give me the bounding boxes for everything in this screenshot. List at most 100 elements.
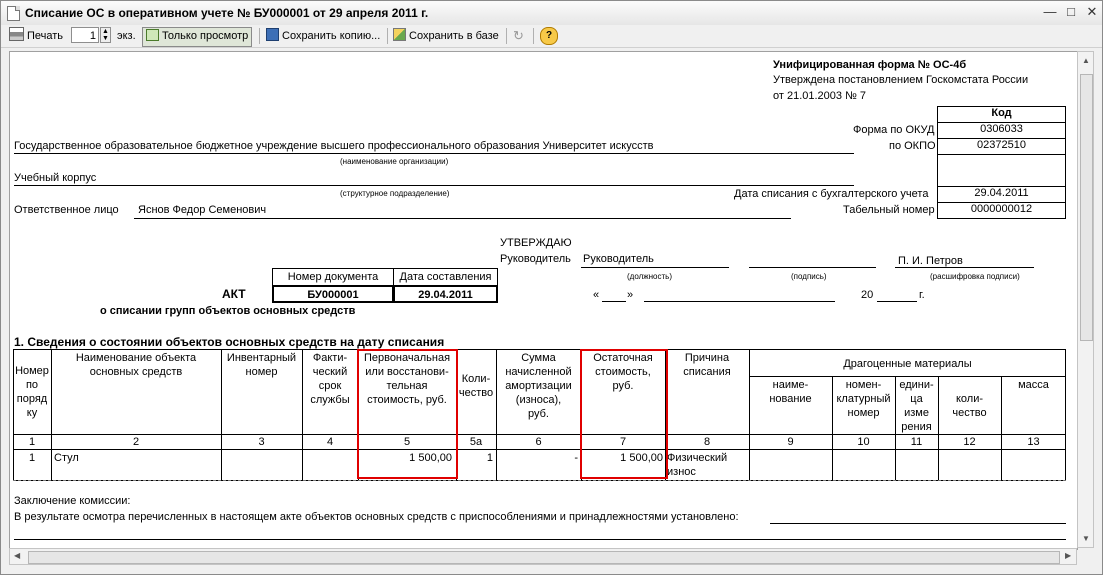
toolbar-separator — [506, 28, 507, 44]
col-number: 8 — [703, 436, 711, 448]
horizontal-scrollbar[interactable]: ◀ ▶ — [9, 548, 1077, 565]
date-quote-close: » — [627, 289, 634, 301]
tab-number-label: Табельный номер — [843, 204, 935, 216]
copies-input[interactable]: 1 — [71, 27, 99, 43]
report-window: Списание ОС в оперативном учете № БУ0000… — [0, 0, 1103, 575]
residual-cost-highlight — [580, 349, 668, 479]
vertical-scrollbar[interactable]: ▲ ▼ — [1077, 51, 1094, 548]
header-service-life: Факти- ческий срок службы — [310, 352, 350, 406]
year-suffix: г. — [919, 289, 925, 301]
scroll-up-icon[interactable]: ▲ — [1082, 56, 1090, 65]
report-document: Унифицированная форма № ОС-4б Утверждена… — [9, 51, 1078, 550]
header-row-number: Номер по поряд ку — [15, 365, 49, 419]
okud-value: 0306033 — [937, 122, 1066, 139]
toolbar-separator — [387, 28, 388, 44]
subdivision-underline — [14, 185, 854, 186]
section-title: 1. Сведения о состоянии объектов основны… — [14, 335, 445, 349]
horizontal-scroll-thumb[interactable] — [28, 551, 1060, 564]
initial-cost-highlight — [357, 349, 458, 479]
save-db-button[interactable]: Сохранить в базе — [393, 27, 499, 45]
position-underline — [581, 267, 729, 268]
approve-label: УТВЕРЖДАЮ — [500, 237, 572, 249]
close-icon[interactable]: ✕ — [1083, 4, 1101, 20]
maximize-icon[interactable]: □ — [1062, 4, 1080, 20]
approved-line-1: Утверждена постановлением Госкомстата Ро… — [773, 74, 1029, 86]
refresh-icon[interactable]: ↻ — [513, 27, 524, 45]
view-only-button[interactable]: Только просмотр — [142, 27, 253, 47]
header-mass: масса — [1018, 379, 1049, 391]
col-number: 5а — [469, 436, 483, 448]
print-button[interactable]: Печать — [9, 27, 63, 45]
position-caption: (должность) — [627, 272, 672, 281]
header-precious-name: наиме- нование — [769, 379, 812, 405]
document-icon — [7, 6, 20, 21]
printer-icon — [9, 27, 24, 41]
toolbar: Печать 1 ▲ ▼ экз. Только просмотр Сохрани… — [1, 25, 1102, 48]
col-number: 13 — [1027, 436, 1040, 448]
copies-stepper[interactable]: ▲ ▼ — [100, 27, 111, 43]
year-prefix: 20 — [861, 289, 874, 301]
signature-underline — [749, 267, 876, 268]
toolbar-separator — [259, 28, 260, 44]
title-bar: Списание ОС в оперативном учете № БУ0000… — [1, 1, 1102, 26]
doc-number-header: Номер документа — [272, 268, 394, 286]
window-title: Списание ОС в оперативном учете № БУ0000… — [25, 6, 429, 20]
print-label: Печать — [27, 30, 64, 42]
responsible-label: Ответственное лицо — [14, 204, 119, 216]
view-only-icon — [146, 29, 159, 41]
conclusion-underline — [14, 539, 1066, 540]
head-position: Руководитель — [583, 253, 654, 265]
responsible-underline — [134, 218, 791, 219]
header-object-name: Наименование объекта основных средств — [75, 352, 197, 378]
conclusion-label: Заключение комиссии: — [14, 495, 131, 507]
row-cell-quantity: 1 — [486, 452, 493, 464]
code-header: Код — [937, 106, 1066, 123]
okpo-label: по ОКПО — [889, 140, 936, 152]
help-icon[interactable]: ? — [540, 27, 558, 45]
responsible-name: Яснов Федор Семенович — [138, 204, 267, 216]
scroll-down-icon[interactable]: ▼ — [1082, 534, 1090, 543]
decoding-underline — [895, 267, 1034, 268]
scroll-left-icon[interactable]: ◀ — [14, 551, 20, 560]
head-label: Руководитель — [500, 253, 571, 265]
conclusion-text: В результате осмотра перечисленных в нас… — [14, 511, 739, 523]
copies-unit: экз. — [117, 30, 136, 42]
save-copy-label: Сохранить копию... — [282, 30, 381, 42]
minimize-icon[interactable]: — — [1041, 4, 1059, 20]
col-number: 12 — [963, 436, 976, 448]
date-day-underline — [602, 301, 626, 302]
okud-label: Форма по ОКУД — [853, 124, 935, 136]
tab-number-value: 0000000012 — [937, 202, 1066, 219]
header-unit: едини- ца изме рения — [899, 379, 934, 433]
col-number: 4 — [326, 436, 334, 448]
subdivision-caption: (структурное подразделение) — [340, 189, 450, 198]
header-quantity: Коли- чество — [458, 373, 494, 399]
save-copy-button[interactable]: Сохранить копию... — [266, 27, 380, 45]
date-year-underline — [877, 301, 917, 302]
row-cell-number: 1 — [28, 452, 36, 464]
header-depreciation: Сумма начисленной амортизации (износа), … — [505, 352, 572, 420]
col-number: 1 — [28, 436, 36, 448]
vertical-scroll-thumb[interactable] — [1080, 74, 1093, 341]
header-precious-materials: Драгоценные материалы — [843, 358, 972, 370]
row-cell-object-name: Стул — [54, 452, 79, 464]
col-number: 6 — [535, 436, 542, 448]
organization-underline — [14, 153, 854, 154]
date-month-underline — [644, 301, 835, 302]
subdivision-name: Учебный корпус — [14, 172, 97, 184]
doc-date-value: 29.04.2011 — [393, 285, 498, 303]
act-subtitle: о списании групп объектов основных средс… — [100, 305, 356, 317]
organization-caption: (наименование организации) — [340, 157, 449, 166]
col-number: 10 — [857, 436, 870, 448]
doc-number-value: БУ000001 — [272, 285, 394, 303]
col-number: 9 — [787, 436, 794, 448]
scroll-right-icon[interactable]: ▶ — [1065, 551, 1071, 560]
okpo-value: 02372510 — [937, 138, 1066, 155]
conclusion-underline — [770, 523, 1066, 524]
writeoff-date-value: 29.04.2011 — [937, 186, 1066, 203]
col-number: 11 — [910, 436, 923, 448]
header-writeoff-reason: Причина списания — [683, 352, 731, 378]
precious-subheader-line — [749, 376, 1066, 377]
signature-caption: (подпись) — [791, 272, 827, 281]
row-cell-writeoff-reason: Физический износ — [667, 452, 728, 478]
